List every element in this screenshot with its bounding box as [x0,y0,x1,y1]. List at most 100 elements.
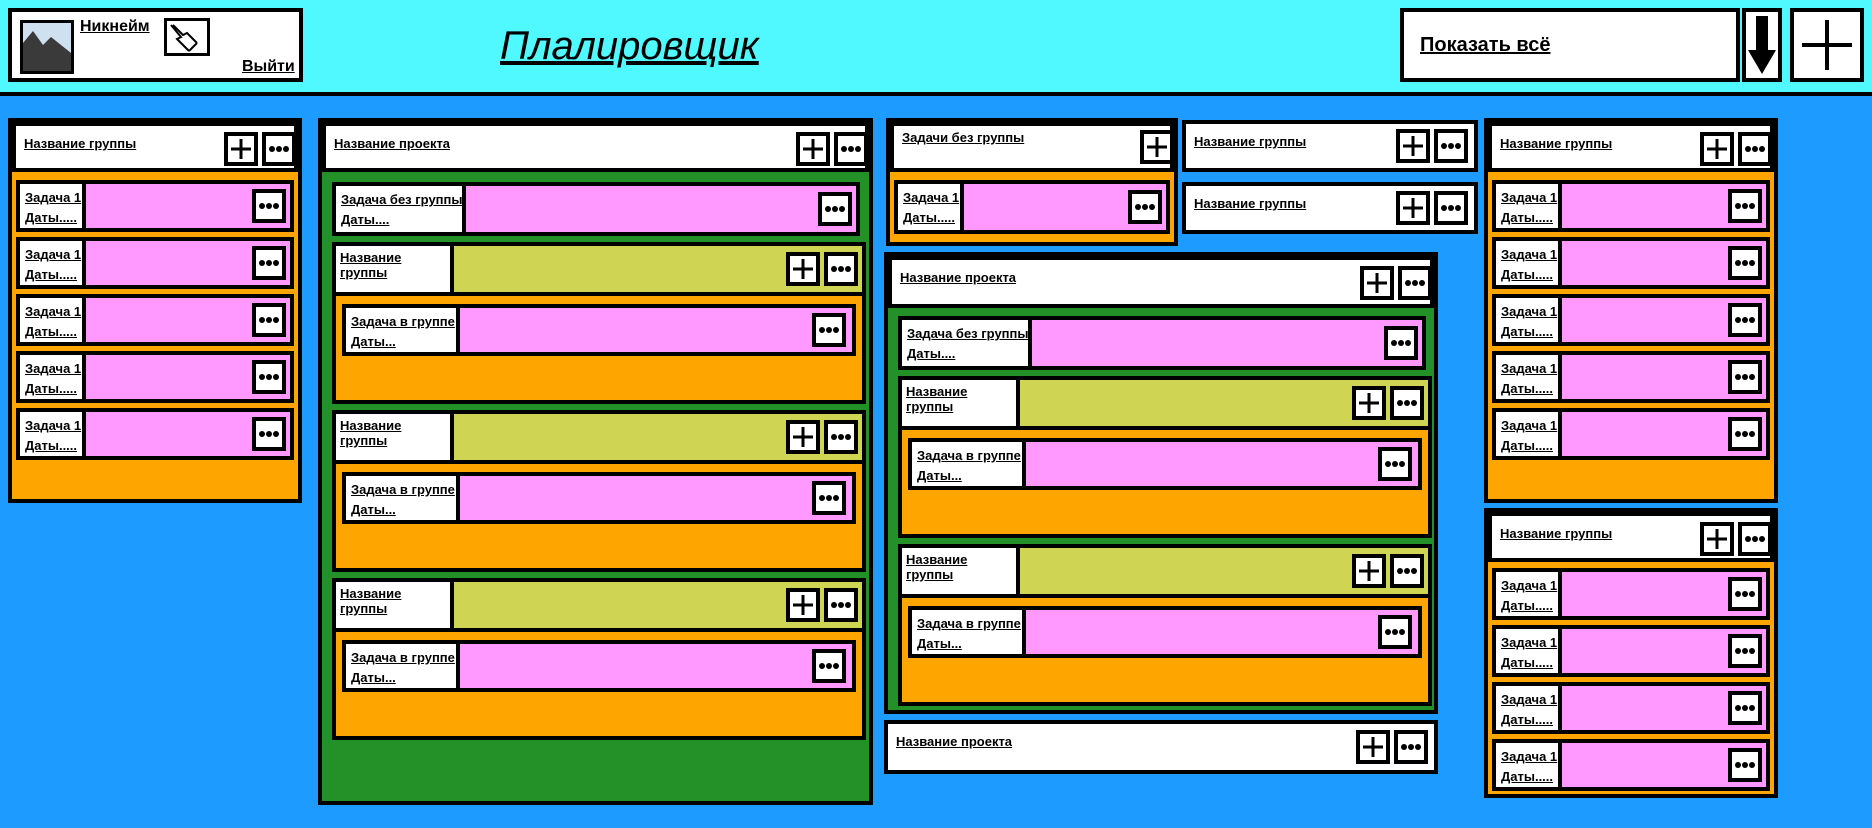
project-title[interactable]: Название проекта [900,270,1016,285]
task-more-button[interactable] [812,649,846,683]
more-button[interactable] [1394,730,1428,764]
task-title[interactable]: Задача в группе [917,616,1021,631]
task-card[interactable]: Задача 1 Даты..... [1492,682,1770,734]
task-more-button[interactable] [1728,748,1762,782]
more-button[interactable] [1434,191,1468,225]
task-card[interactable]: Задача 1 Даты..... [1492,180,1770,232]
task-card[interactable]: Задача в группе Даты... [908,606,1422,658]
task-more-button[interactable] [1728,189,1762,223]
task-title[interactable]: Задача в группе [917,448,1021,463]
task-card[interactable]: Задача в группе Даты... [342,472,856,524]
task-more-button[interactable] [1384,326,1418,360]
more-button[interactable] [262,132,296,166]
task-card[interactable]: Задача 1 Даты..... [894,180,1170,234]
task-more-button[interactable] [252,246,286,280]
more-button[interactable] [1398,266,1432,300]
add-task-button[interactable] [1396,191,1430,225]
task-title[interactable]: Задача 1 [1501,361,1557,376]
task-more-button[interactable] [812,313,846,347]
more-button[interactable] [824,252,858,286]
add-main-button[interactable] [1790,8,1864,82]
group-title[interactable]: Название группы [340,586,450,616]
task-card[interactable]: Задача 1 Даты..... [1492,237,1770,289]
task-more-button[interactable] [1378,615,1412,649]
task-title[interactable]: Задача 1 [1501,418,1557,433]
add-button[interactable] [1360,266,1394,300]
task-card[interactable]: Задача 1 Даты..... [1492,294,1770,346]
task-title[interactable]: Задача 1 [25,304,81,319]
task-title[interactable]: Задача 1 [1501,692,1557,707]
more-button[interactable] [824,420,858,454]
task-more-button[interactable] [812,481,846,515]
add-task-button[interactable] [786,420,820,454]
task-card[interactable]: Задача без группы Даты.... [898,316,1426,370]
task-title[interactable]: Задача 1 [903,190,959,205]
more-button[interactable] [1738,522,1772,556]
logout-link[interactable]: Выйти [242,58,295,76]
add-button[interactable] [1356,730,1390,764]
task-title[interactable]: Задача 1 [25,190,81,205]
group-title[interactable]: Название группы [340,418,450,448]
group-title[interactable]: Название группы [1500,526,1612,541]
ungrouped-title[interactable]: Задачи без группы [902,130,1024,145]
add-task-button[interactable] [1352,554,1386,588]
task-title[interactable]: Задача 1 [1501,578,1557,593]
group-title[interactable]: Название группы [906,384,1016,414]
avatar-icon[interactable] [20,20,74,74]
task-card[interactable]: Задача 1 Даты..... [16,180,294,232]
task-more-button[interactable] [252,360,286,394]
add-task-button[interactable] [1700,132,1734,166]
more-button[interactable] [1738,132,1772,166]
filter-dropdown-button[interactable] [1742,8,1782,82]
task-more-button[interactable] [1728,634,1762,668]
add-task-button[interactable] [1140,130,1174,164]
task-more-button[interactable] [252,417,286,451]
task-card[interactable]: Задача без группы Даты.... [332,182,860,236]
task-more-button[interactable] [252,303,286,337]
add-task-button[interactable] [224,132,258,166]
group-title[interactable]: Название группы [1194,196,1306,211]
task-more-button[interactable] [1728,417,1762,451]
task-title[interactable]: Задача 1 [1501,304,1557,319]
task-title[interactable]: Задача 1 [1501,247,1557,262]
task-card[interactable]: Задача 1 Даты..... [1492,739,1770,791]
task-card[interactable]: Задача в группе Даты... [342,640,856,692]
task-card[interactable]: Задача 1 Даты..... [1492,408,1770,460]
task-card[interactable]: Задача 1 Даты..... [16,351,294,403]
more-button[interactable] [1434,129,1468,163]
add-button[interactable] [796,132,830,166]
add-task-button[interactable] [786,588,820,622]
task-card[interactable]: Задача в группе Даты... [342,304,856,356]
task-more-button[interactable] [1728,303,1762,337]
task-title[interactable]: Задача 1 [25,247,81,262]
add-task-button[interactable] [1700,522,1734,556]
more-button[interactable] [824,588,858,622]
task-title[interactable]: Задача в группе [351,314,455,329]
task-card[interactable]: Задача 1 Даты..... [16,408,294,460]
task-more-button[interactable] [1728,360,1762,394]
task-card[interactable]: Задача 1 Даты..... [16,237,294,289]
add-task-button[interactable] [1396,129,1430,163]
task-more-button[interactable] [1728,577,1762,611]
task-more-button[interactable] [1378,447,1412,481]
group-title[interactable]: Название группы [340,250,450,280]
group-title[interactable]: Название группы [1194,134,1306,149]
task-more-button[interactable] [818,192,852,226]
task-title[interactable]: Задача в группе [351,650,455,665]
task-card[interactable]: Задача 1 Даты..... [1492,568,1770,620]
task-title[interactable]: Задача без группы [907,326,1028,341]
edit-icon[interactable] [164,18,210,56]
task-card[interactable]: Задача 1 Даты..... [1492,625,1770,677]
add-task-button[interactable] [786,252,820,286]
task-title[interactable]: Задача 1 [25,418,81,433]
project-title[interactable]: Название проекта [334,136,450,151]
task-more-button[interactable] [1728,246,1762,280]
nickname-link[interactable]: Никнейм [80,18,150,36]
task-title[interactable]: Задача в группе [351,482,455,497]
filter-select[interactable]: Показать всё [1400,8,1740,82]
task-more-button[interactable] [1728,691,1762,725]
task-title[interactable]: Задача 1 [1501,190,1557,205]
group-title[interactable]: Название группы [1500,136,1612,151]
task-more-button[interactable] [252,189,286,223]
task-title[interactable]: Задача без группы [341,192,462,207]
